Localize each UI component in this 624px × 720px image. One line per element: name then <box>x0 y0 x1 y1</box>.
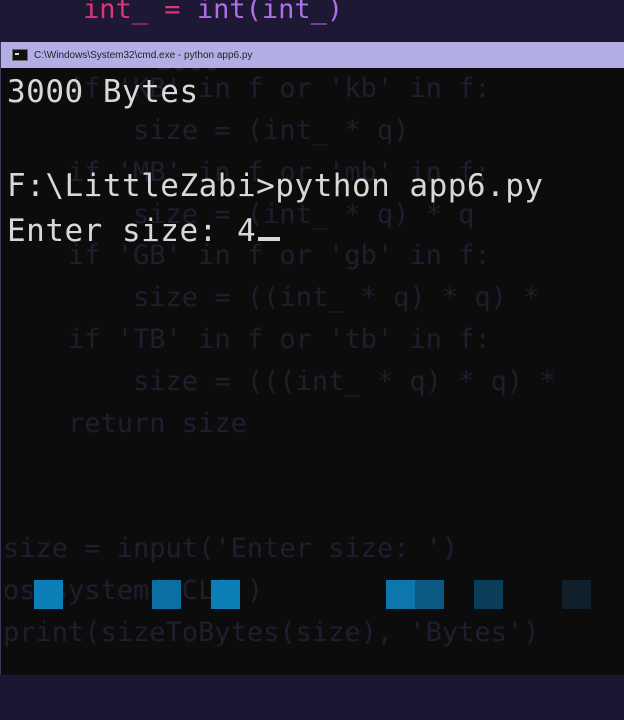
window-title: C:\Windows\System32\cmd.exe - python app… <box>34 49 253 61</box>
highlight-square <box>562 580 591 609</box>
ghost-line: return size <box>3 408 247 439</box>
highlight-square <box>211 580 240 609</box>
console-line: 3000 Bytes <box>7 74 199 110</box>
cmd-icon <box>12 49 28 61</box>
highlight-square <box>34 580 63 609</box>
highlight-square <box>152 580 181 609</box>
highlight-square <box>474 580 503 609</box>
console-prompt-line[interactable]: Enter size: 4 <box>7 213 281 249</box>
ghost-line: if 'TB' in f or 'tb' in f: <box>3 324 491 355</box>
window-titlebar[interactable]: C:\Windows\System32\cmd.exe - python app… <box>1 42 624 68</box>
ghost-line: size = input('Enter size: ') <box>3 533 459 564</box>
highlight-square <box>415 580 444 609</box>
text-cursor <box>258 237 281 241</box>
console-area[interactable]: 1000 if 'KB' in f or 'kb' in f: size = (… <box>1 68 624 675</box>
cmd-window[interactable]: C:\Windows\System32\cmd.exe - python app… <box>0 42 624 675</box>
highlight-square <box>386 580 415 609</box>
editor-code-line: int_ = int(int_) <box>83 0 344 25</box>
editor-bottom-strip <box>0 676 624 720</box>
ghost-code: 1000 if 'KB' in f or 'kb' in f: size = (… <box>1 68 556 648</box>
ghost-line: print(sizeToBytes(size), 'Bytes') <box>3 617 540 648</box>
console-line: F:\LittleZabi>python app6.py <box>7 168 544 204</box>
ghost-line: size = ((int_ * q) * q) * <box>3 282 540 313</box>
ghost-line: size = (((int_ * q) * q) * <box>3 366 556 397</box>
console-input-text: Enter size: 4 <box>7 213 257 249</box>
ghost-line: size = (int_ * q) <box>3 115 410 146</box>
